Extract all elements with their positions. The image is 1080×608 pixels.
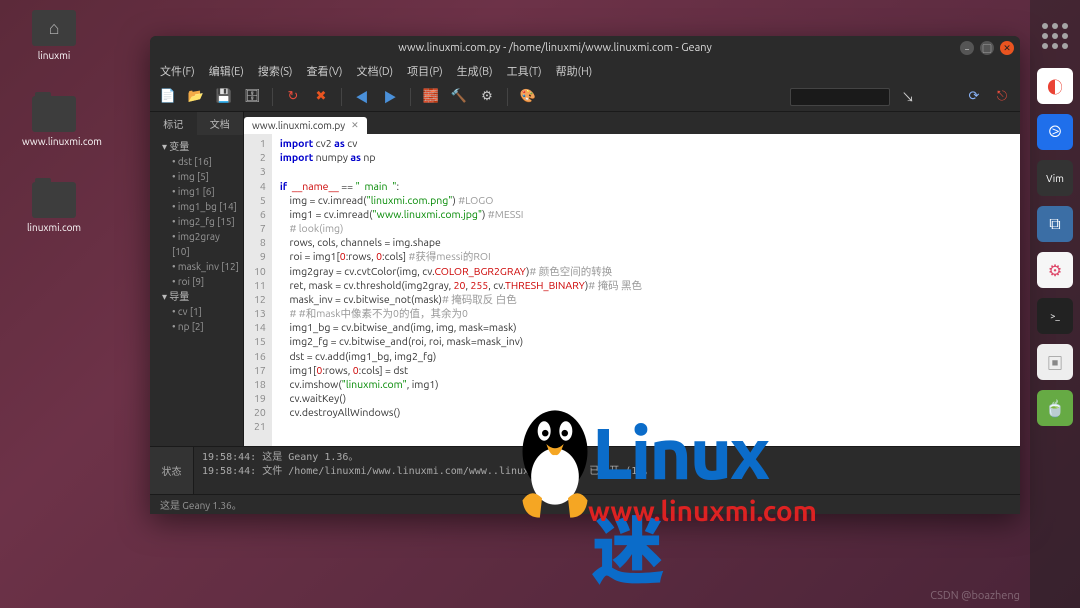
tree-item[interactable]: • dst [16] (154, 154, 239, 169)
desktop: ⌂linuxmi www.linuxmi.com linuxmi.com www.l… (0, 0, 1080, 608)
prefs-icon[interactable]: ⟳ (964, 87, 984, 107)
execute-icon[interactable]: ⚙ (477, 87, 497, 107)
menubar: 文件(F) 编辑(E) 搜索(S) 查看(V) 文档(D) 项目(P) 生成(B) 工具(T)… (150, 60, 1020, 82)
menu-item[interactable]: 查看(V) (307, 63, 343, 79)
menu-item[interactable]: 编辑(E) (209, 63, 244, 79)
tree-item[interactable]: • img [5] (154, 169, 239, 184)
window-title: www.linuxmi.com.py - /home/linuxmi/www.l… (156, 42, 954, 54)
editor-tabbar: www.linuxmi.com.py ✕ (244, 112, 1020, 134)
search-input[interactable] (790, 88, 890, 106)
desktop-icon-linuxmi[interactable]: ⌂linuxmi (22, 10, 86, 61)
status-text: 这是 Geany 1.36。 (160, 497, 242, 512)
quit-icon[interactable]: ⎋ (992, 87, 1012, 107)
color-picker-icon[interactable]: 🎨 (518, 87, 538, 107)
menu-item[interactable]: 生成(B) (457, 63, 493, 79)
editor-tab[interactable]: www.linuxmi.com.py ✕ (244, 117, 367, 134)
dock-terminal-icon[interactable]: >_ (1037, 298, 1073, 334)
dock-files-icon[interactable]: ▣ (1037, 344, 1073, 380)
maximize-button[interactable]: ▢ (980, 41, 994, 55)
desktop-icon-www.linuxmi.com[interactable]: www.linuxmi.com (22, 96, 86, 147)
sidebar-tab-documents[interactable]: 文档 (197, 112, 244, 135)
build-icon[interactable]: 🔨 (449, 87, 469, 107)
editor-tab-label: www.linuxmi.com.py (252, 120, 345, 131)
tree-item[interactable]: • img1 [6] (154, 184, 239, 199)
tree-item[interactable]: • img2gray [10] (154, 229, 239, 259)
sidebar-tab-symbols[interactable]: 标记 (150, 112, 197, 135)
jump-icon[interactable]: ↘ (898, 87, 918, 107)
desktop-icon-linuxmi.com[interactable]: linuxmi.com (22, 182, 86, 233)
titlebar[interactable]: www.linuxmi.com.py - /home/linuxmi/www.l… (150, 36, 1020, 60)
reload-icon[interactable]: ↻ (283, 87, 303, 107)
tree-item[interactable]: • mask_inv [12] (154, 259, 239, 274)
code-editor[interactable]: 123456789101112131415161718192021 import… (244, 134, 1020, 446)
dock-vim-icon[interactable]: Vim (1037, 160, 1073, 196)
compile-icon[interactable]: 🧱 (421, 87, 441, 107)
message-panel: 状态 19:58:44: 这是 Geany 1.36。19:58:44: 文件 … (150, 446, 1020, 494)
dock-screenshot-icon[interactable]: ⧉ (1037, 206, 1073, 242)
tree-item[interactable]: • img1_bg [14] (154, 199, 239, 214)
menu-item[interactable]: 文档(D) (356, 63, 393, 79)
tree-item[interactable]: • roi [9] (154, 274, 239, 289)
sidebar: 标记 文档 ▾ 变量• dst [16]• img [5]• img1 [6]•… (150, 112, 244, 446)
save-all-icon[interactable]: 🗄 (242, 87, 262, 107)
close-button[interactable]: ✕ (1000, 41, 1014, 55)
menu-item[interactable]: 帮助(H) (556, 63, 593, 79)
geany-window: www.linuxmi.com.py - /home/linuxmi/www.l… (150, 36, 1020, 514)
open-file-icon[interactable]: 📂 (186, 87, 206, 107)
code-lines[interactable]: import cv2 as cvimport numpy as np if __… (272, 134, 650, 446)
tree-item[interactable]: • cv [1] (154, 304, 239, 319)
menu-item[interactable]: 工具(T) (507, 63, 542, 79)
symbol-tree[interactable]: ▾ 变量• dst [16]• img [5]• img1 [6]• img1_… (150, 135, 243, 338)
dock-vscode-icon[interactable]: ⧁ (1037, 114, 1073, 150)
tree-item[interactable]: • img2_fg [15] (154, 214, 239, 229)
new-file-icon[interactable]: 📄 (158, 87, 178, 107)
save-icon[interactable]: 💾 (214, 87, 234, 107)
dock: ◐ ⧁ Vim ⧉ ⚙ >_ ▣ 🍵 (1030, 0, 1080, 608)
dock-settings-icon[interactable]: ⚙ (1037, 252, 1073, 288)
line-gutter: 123456789101112131415161718192021 (244, 134, 272, 446)
dock-teapot-icon[interactable]: 🍵 (1037, 390, 1073, 426)
menu-item[interactable]: 搜索(S) (258, 63, 293, 79)
message-tab-status[interactable]: 状态 (150, 447, 194, 494)
tree-item[interactable]: • np [2] (154, 319, 239, 334)
tree-group[interactable]: ▾ 导量 (154, 289, 239, 304)
toolbar: 📄 📂 💾 🗄 ↻ ✖ ◀ ▶ 🧱 🔨 ⚙ 🎨 ↘ ⟳ ⎋ (150, 82, 1020, 112)
close-icon[interactable]: ✕ (351, 120, 359, 131)
minimize-button[interactable]: ‒ (960, 41, 974, 55)
message-log: 19:58:44: 这是 Geany 1.36。19:58:44: 文件 /ho… (194, 447, 1020, 494)
dock-chrome-icon[interactable]: ◐ (1037, 68, 1073, 104)
menu-item[interactable]: 项目(P) (407, 63, 443, 79)
credit-text: CSDN @boazheng (930, 590, 1020, 602)
editor-area: www.linuxmi.com.py ✕ 1234567891011121314… (244, 112, 1020, 446)
statusbar: 这是 Geany 1.36。 (150, 494, 1020, 514)
tree-group[interactable]: ▾ 变量 (154, 139, 239, 154)
back-icon[interactable]: ◀ (352, 87, 372, 107)
close-file-icon[interactable]: ✖ (311, 87, 331, 107)
menu-item[interactable]: 文件(F) (160, 63, 195, 79)
forward-icon[interactable]: ▶ (380, 87, 400, 107)
